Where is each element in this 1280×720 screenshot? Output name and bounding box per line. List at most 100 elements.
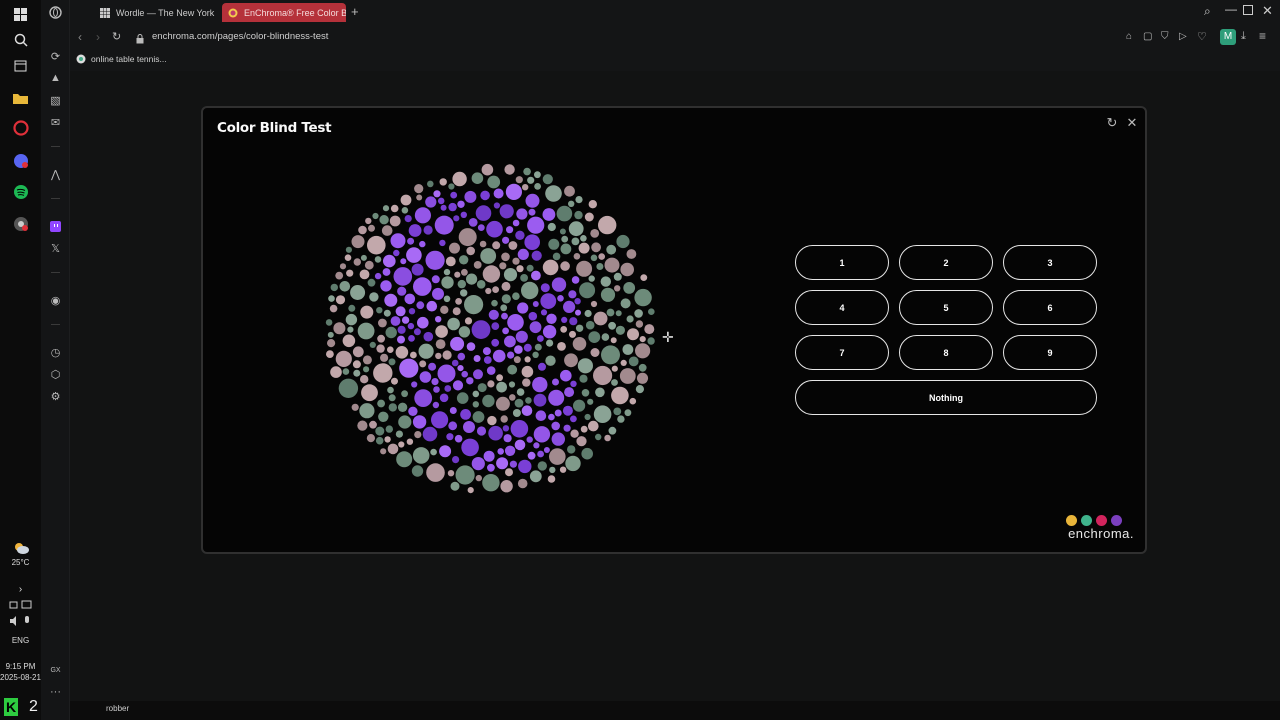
url-field[interactable]: enchroma.com/pages/color-blindness-test xyxy=(152,31,328,42)
forward-button[interactable]: › xyxy=(96,30,100,44)
player-icon[interactable]: ◉ xyxy=(41,290,70,310)
plate-dot xyxy=(328,295,335,302)
bookmark-item[interactable]: online table tennis... xyxy=(76,54,167,64)
plate-dot xyxy=(395,430,403,438)
plate-dot xyxy=(435,325,448,338)
plate-dot xyxy=(571,237,580,246)
download-icon[interactable]: ⤓ xyxy=(1241,30,1246,43)
close-window-button[interactable]: ✕ xyxy=(1262,3,1273,19)
play-icon[interactable]: ▷ xyxy=(1179,31,1187,42)
windows-start-icon[interactable] xyxy=(0,2,41,26)
twitch-icon[interactable] xyxy=(41,216,70,236)
settings-gear-icon[interactable]: ⚙ xyxy=(41,386,70,406)
plate-dot xyxy=(351,403,359,411)
plate-dot xyxy=(390,204,399,213)
plate-dot xyxy=(397,325,406,334)
shop-icon[interactable]: ▲ xyxy=(41,68,70,88)
vpn-shield-icon[interactable]: ⛉ xyxy=(1161,31,1169,42)
plate-dot xyxy=(333,322,346,335)
more-options-icon[interactable]: ··· xyxy=(41,682,70,702)
plate-dot xyxy=(411,465,424,477)
plate-dot xyxy=(512,257,520,265)
plate-dot xyxy=(449,242,460,254)
profile-avatar[interactable]: M xyxy=(1220,29,1236,45)
tab-enchroma[interactable]: EnChroma® Free Color Blindness Test xyxy=(222,3,346,22)
history-icon[interactable]: ◷ xyxy=(41,342,70,362)
chrome-icon[interactable] xyxy=(0,212,41,236)
plate-dot xyxy=(448,202,457,212)
plate-dot xyxy=(385,326,397,339)
plate-dot xyxy=(380,448,387,455)
plate-dot xyxy=(616,234,630,249)
plate-dot xyxy=(364,260,374,270)
plate-dot xyxy=(578,242,590,254)
opera-gx-icon[interactable] xyxy=(0,116,41,140)
plate-dot xyxy=(627,328,639,341)
gx-icon[interactable]: GX xyxy=(41,660,70,680)
clock-time[interactable]: 9:15 PM xyxy=(0,662,41,671)
search-tabs-icon[interactable]: ⌕ xyxy=(1204,4,1211,19)
volume-icon[interactable] xyxy=(0,614,41,628)
plate-dot xyxy=(514,439,526,451)
heart-icon[interactable]: ♡ xyxy=(1197,30,1207,43)
answer-button-6[interactable]: 6 xyxy=(1003,290,1097,325)
extensions-icon[interactable]: ⬡ xyxy=(41,364,70,384)
back-button[interactable]: ‹ xyxy=(78,30,82,44)
enchroma-logo[interactable]: enchroma. xyxy=(1052,515,1134,541)
answer-button-3[interactable]: 3 xyxy=(1003,245,1097,280)
plate-dot xyxy=(619,368,636,384)
snapshot-icon[interactable]: ⌂ xyxy=(1126,31,1132,42)
plate-dot xyxy=(440,204,447,211)
spotify-icon[interactable] xyxy=(0,180,41,204)
plate-dot xyxy=(635,385,644,394)
plate-dot xyxy=(452,171,467,187)
logo-dot xyxy=(1066,515,1077,526)
answer-button-7[interactable]: 7 xyxy=(795,335,889,370)
minimize-button[interactable]: — xyxy=(1225,2,1237,16)
task-view-icon[interactable] xyxy=(0,54,41,78)
clock-date[interactable]: 2025-08-21 xyxy=(0,673,41,682)
screenshot-icon[interactable]: ▢ xyxy=(1143,31,1152,42)
refresh-panel-icon[interactable]: ⟳ xyxy=(41,46,70,66)
new-tab-button[interactable]: + xyxy=(351,4,359,19)
answer-button-2[interactable]: 2 xyxy=(899,245,993,280)
plate-dot xyxy=(476,280,486,289)
gallery-icon[interactable]: ▧ xyxy=(41,90,70,110)
answer-button-9[interactable]: 9 xyxy=(1003,335,1097,370)
reload-button[interactable]: ↻ xyxy=(112,30,121,43)
nothing-button[interactable]: Nothing xyxy=(795,380,1097,415)
mail-icon[interactable]: ✉ xyxy=(41,112,70,132)
network-icon[interactable] xyxy=(0,598,41,612)
answer-button-5[interactable]: 5 xyxy=(899,290,993,325)
maximize-button[interactable] xyxy=(1243,5,1253,15)
chevron-right-icon[interactable]: › xyxy=(0,582,41,596)
restart-icon[interactable]: ↻ xyxy=(1104,115,1120,131)
easy-setup-icon[interactable]: ≡ xyxy=(1259,29,1266,43)
aria-icon[interactable]: ⋀ xyxy=(41,164,70,184)
tab-wordle[interactable]: Wordle — The New York Times xyxy=(94,3,216,22)
answer-button-1[interactable]: 1 xyxy=(795,245,889,280)
plate-dot xyxy=(640,274,648,281)
plate-dot xyxy=(457,365,464,372)
plate-dot xyxy=(563,424,571,432)
weather-cloud-sun-icon[interactable] xyxy=(0,540,41,556)
opera-menu-icon[interactable] xyxy=(41,2,70,22)
discord-icon[interactable] xyxy=(0,149,41,173)
plate-dot xyxy=(414,184,424,194)
plate-dot xyxy=(413,328,421,336)
plate-dot xyxy=(516,388,525,396)
x-twitter-icon[interactable]: 𝕏 xyxy=(41,238,70,258)
answer-button-8[interactable]: 8 xyxy=(899,335,993,370)
lock-icon[interactable] xyxy=(136,31,144,44)
kick-icon[interactable]: K xyxy=(4,698,18,716)
plate-dot xyxy=(540,283,550,293)
plate-dot xyxy=(368,224,375,232)
close-icon[interactable]: ✕ xyxy=(1124,115,1140,131)
file-explorer-icon[interactable] xyxy=(0,86,41,110)
plate-dot xyxy=(491,338,500,347)
plate-dot xyxy=(414,389,433,407)
plate-dot xyxy=(534,343,542,351)
language-indicator[interactable]: ENG xyxy=(0,636,41,645)
search-icon[interactable] xyxy=(0,28,41,52)
answer-button-4[interactable]: 4 xyxy=(795,290,889,325)
